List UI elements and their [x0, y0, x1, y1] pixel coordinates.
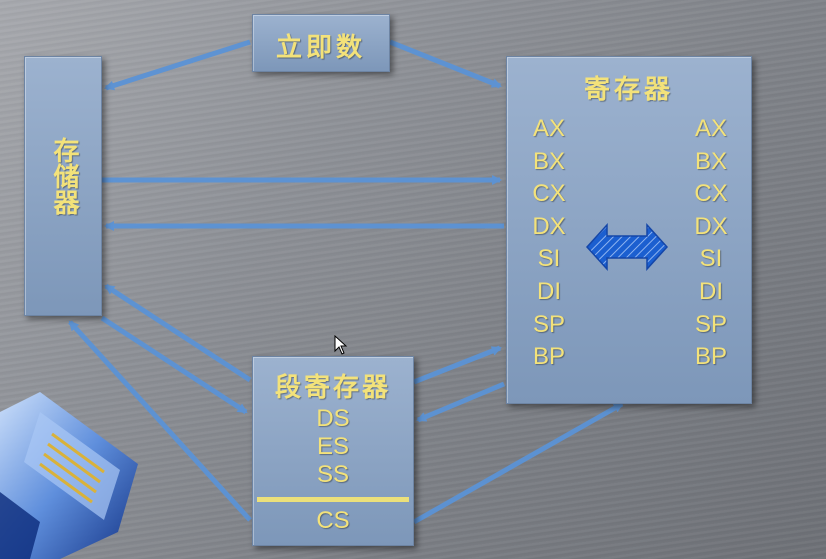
register-left-bx: BX	[532, 147, 565, 175]
register-left-bp: BP	[532, 343, 565, 371]
register-left-di: DI	[537, 277, 561, 305]
registers-left-column: AX BX CX DX SI DI SP BP	[527, 113, 571, 374]
arrow-immediate-to-registers	[389, 39, 502, 89]
register-right-bp: BP	[694, 343, 727, 371]
register-left-sp: SP	[532, 310, 565, 338]
arrow-immediate-to-memory	[104, 39, 251, 91]
segment-register-cs: CS	[316, 507, 350, 534]
immediate-label: 立即数	[275, 33, 366, 63]
register-right-dx: DX	[694, 212, 728, 240]
arrow-cs-to-registers	[412, 401, 624, 525]
double-arrow-icon	[585, 223, 669, 271]
registers-title: 寄存器	[583, 75, 674, 105]
mouse-cursor-icon	[334, 335, 348, 355]
register-right-sp: SP	[694, 310, 727, 338]
register-right-bx: BX	[694, 147, 727, 175]
register-right-si: SI	[699, 245, 723, 273]
registers-right-column: AX BX CX DX SI DI SP BP	[689, 113, 733, 374]
segment-registers-box: 段寄存器 DS ES SS CS	[252, 356, 414, 546]
register-left-ax: AX	[532, 115, 565, 142]
memory-label: 存储器	[49, 137, 79, 215]
register-right-di: DI	[699, 277, 723, 305]
segment-registers-list: DS ES SS	[253, 405, 413, 489]
segment-register-es: ES	[316, 433, 349, 460]
arrow-registers-to-segment	[416, 381, 505, 423]
register-right-cx: CX	[694, 180, 728, 208]
register-left-si: SI	[537, 245, 561, 273]
segment-register-ss: SS	[316, 461, 349, 488]
memory-box: 存储器	[24, 56, 102, 316]
segment-register-ds: DS	[316, 405, 350, 432]
segment-registers-title: 段寄存器	[274, 373, 391, 403]
arrow-segment-to-registers	[413, 345, 502, 385]
network-plug-image	[0, 392, 138, 559]
register-right-ax: AX	[694, 115, 727, 142]
immediate-box: 立即数	[252, 14, 390, 72]
register-left-cx: CX	[532, 180, 566, 208]
segment-divider	[257, 497, 409, 502]
register-left-dx: DX	[532, 212, 566, 240]
